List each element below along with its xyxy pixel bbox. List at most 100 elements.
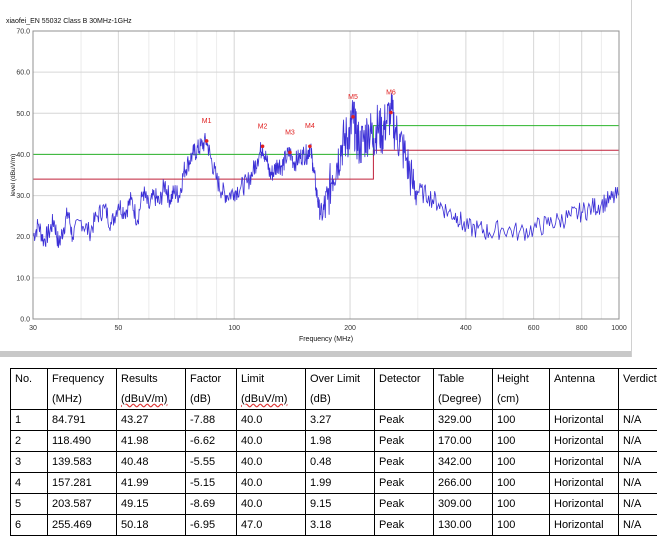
panel-separator [0,351,632,357]
table-cell: 40.0 [236,430,306,452]
header-cell: No. [10,368,48,389]
header-cell: (dBuV/m) [116,389,186,410]
header-cell [374,389,434,410]
table-cell: Horizontal [549,493,619,515]
marker-point-m2 [260,144,265,149]
table-cell: 342.00 [433,451,493,473]
x-axis-label: Frequency (MHz) [299,336,353,343]
emission-chart-panel: M1 M2 M3 M4 M5 M6 30 50 100 200 400 600 800 1000 0.0 10… [0,0,632,356]
marker-label-m5: M5 [348,94,358,101]
table-cell: 100 [492,409,550,431]
marker-label-m3: M3 [285,129,295,136]
panel-border-right [631,0,632,357]
table-cell: 4 [10,472,48,494]
table-cell: N/A [618,451,657,473]
table-cell: 9.15 [305,493,375,515]
table-cell: Horizontal [549,430,619,452]
y-tick-label: 0.0 [20,317,30,324]
table-cell: Horizontal [549,472,619,494]
table-row: 4 157.281 41.99 -5.15 40.0 1.99 Peak 266.00 100 H… [10,472,657,494]
table-cell: Horizontal [549,409,619,431]
table-cell: 0.48 [305,451,375,473]
table-cell: 130.00 [433,514,493,536]
table-cell: N/A [618,493,657,515]
table-cell: Peak [374,451,434,473]
table-cell: 49.15 [116,493,186,515]
table-cell: 309.00 [433,493,493,515]
table-cell: 50.18 [116,514,186,536]
plot-area [33,31,619,319]
marker-label-m1: M1 [202,118,212,125]
table-cell: Peak [374,493,434,515]
table-row: 3 139.583 40.48 -5.55 40.0 0.48 Peak 342.00 100 H… [10,451,657,473]
results-table-header: No. Frequency Results Factor Limit Over Limit… [10,368,657,410]
header-cell: Detector [374,368,434,389]
table-cell: 1 [10,409,48,431]
table-cell: -7.88 [185,409,237,431]
table-cell: 40.0 [236,472,306,494]
table-cell: -6.62 [185,430,237,452]
x-tick-label: 600 [528,325,540,332]
marker-label-m2: M2 [258,123,268,130]
marker-label-m4: M4 [305,123,315,130]
emission-chart: M1 M2 M3 M4 M5 M6 30 50 100 200 400 600 800 1000 0.0 10… [6,18,627,343]
table-cell: 255.469 [47,514,117,536]
table-cell: -5.55 [185,451,237,473]
marker-point-m3 [288,150,292,155]
results-table: No. Frequency Results Factor Limit Over Limit… [10,368,657,536]
table-cell: 3.18 [305,514,375,536]
table-cell: 100 [492,451,550,473]
table-cell: 41.99 [116,472,186,494]
table-row: 5 203.587 49.15 -8.69 40.0 9.15 Peak 309.00 100 H… [10,493,657,515]
marker-point-m5 [351,114,355,119]
table-cell: 266.00 [433,472,493,494]
header-row: (MHz) (dBuV/m) (dB) (dBuV/m) (dB) (Degree) (cm… [10,389,657,410]
table-cell: N/A [618,472,657,494]
table-cell: 100 [492,493,550,515]
header-cell: (cm) [492,389,550,410]
header-cell: Limit [236,368,306,389]
y-tick-label: 10.0 [16,275,30,282]
table-cell: N/A [618,409,657,431]
table-cell: 118.490 [47,430,117,452]
header-cell: (dB) [305,389,375,410]
marker-point-m6 [389,110,393,115]
y-tick-label: 40.0 [16,152,30,159]
table-cell: Peak [374,409,434,431]
table-cell: 43.27 [116,409,186,431]
y-tick-label: 70.0 [16,29,30,36]
table-cell: Horizontal [549,451,619,473]
table-cell: Horizontal [549,514,619,536]
table-cell: -6.95 [185,514,237,536]
header-cell: Over Limit [305,368,375,389]
x-tick-label: 50 [114,325,122,332]
header-cell: (Degree) [433,389,493,410]
x-tick-label: 200 [344,325,356,332]
x-tick-label: 800 [576,325,588,332]
header-row: No. Frequency Results Factor Limit Over Limit… [10,368,657,389]
header-cell: (dBuV/m) [236,389,306,410]
table-cell: Peak [374,430,434,452]
y-tick-label: 50.0 [16,111,30,118]
header-cell [549,389,619,410]
header-cell: Frequency [47,368,117,389]
table-cell: 100 [492,430,550,452]
table-cell: -8.69 [185,493,237,515]
chart-title: xiaofei_EN 55032 Class B 30MHz-1GHz [6,18,132,25]
table-cell: 40.0 [236,451,306,473]
x-tick-label: 400 [460,325,472,332]
header-cell: Factor [185,368,237,389]
table-cell: 47.0 [236,514,306,536]
x-tick-label: 30 [29,325,37,332]
table-row: 6 255.469 50.18 -6.95 47.0 3.18 Peak 130.00 100 H… [10,514,657,536]
y-tick-label: 20.0 [16,234,30,241]
header-cell: Results [116,368,186,389]
table-cell: 6 [10,514,48,536]
table-cell: 203.587 [47,493,117,515]
y-tick-label: 30.0 [16,193,30,200]
table-cell: 3 [10,451,48,473]
table-cell: Peak [374,514,434,536]
marker-point-m1 [204,139,209,143]
table-cell: 100 [492,472,550,494]
table-cell: N/A [618,514,657,536]
